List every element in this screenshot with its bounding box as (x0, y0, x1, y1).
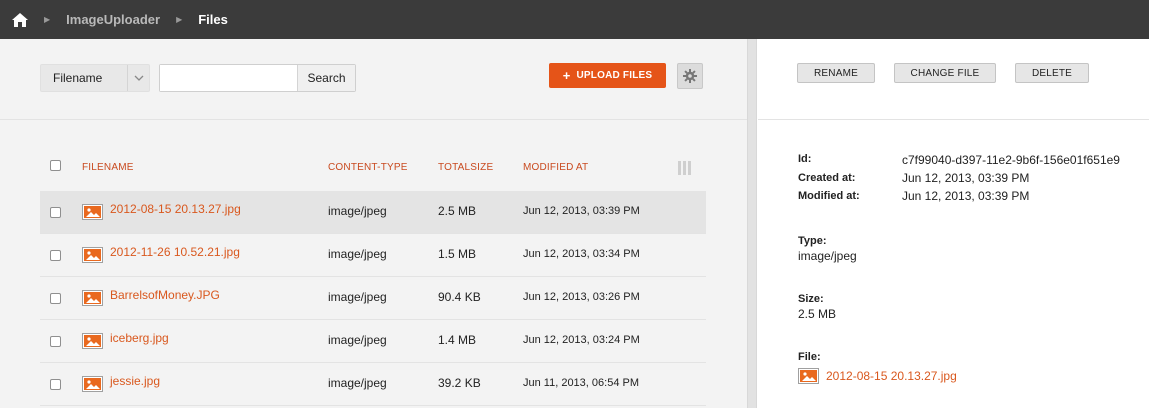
table-row[interactable]: jessie.jpg image/jpeg 39.2 KB Jun 11, 2013,… (40, 363, 706, 406)
size-cell: 1.5 MB (438, 247, 477, 261)
rename-button[interactable]: RENAME (797, 63, 875, 83)
filename-cell: BarrelsofMoney.JPG (82, 287, 220, 306)
modified-value: Jun 12, 2013, 03:39 PM (902, 189, 1030, 203)
gear-icon (683, 69, 697, 83)
breadcrumb-imageuploader[interactable]: ImageUploader (66, 12, 160, 27)
modified-label: Modified at: (798, 190, 860, 202)
header-filename[interactable]: FILENAME (82, 162, 134, 173)
table-row[interactable]: BarrelsofMoney.JPG image/jpeg 90.4 KB Jun 1… (40, 277, 706, 320)
filter-field-select[interactable]: Filename (40, 64, 150, 92)
id-value: c7f99040-d397-11e2-9b6f-156e01f651e9 (902, 153, 1120, 167)
row-checkbox[interactable] (50, 207, 61, 218)
row-checkbox[interactable] (50, 293, 61, 304)
file-label: File: (798, 351, 821, 363)
panel-splitter[interactable] (747, 39, 757, 408)
image-file-icon (798, 368, 819, 384)
file-link[interactable]: 2012-08-15 20.13.27.jpg (798, 368, 957, 384)
size-cell: 90.4 KB (438, 290, 481, 304)
settings-button[interactable] (677, 63, 703, 89)
row-checkbox[interactable] (50, 379, 61, 390)
filename-link[interactable]: jessie.jpg (110, 374, 160, 388)
filename-link[interactable]: BarrelsofMoney.JPG (110, 288, 220, 302)
breadcrumb-files: Files (198, 12, 228, 27)
filename-link[interactable]: 2012-11-26 10.52.21.jpg (110, 245, 240, 259)
modified-cell: Jun 12, 2013, 03:26 PM (523, 291, 640, 303)
created-value: Jun 12, 2013, 03:39 PM (902, 171, 1030, 185)
search-button[interactable]: Search (297, 65, 355, 91)
created-label: Created at: (798, 172, 856, 184)
filename-cell: 2012-11-26 10.52.21.jpg (82, 244, 240, 263)
image-file-icon (82, 247, 103, 263)
header-content-type[interactable]: CONTENT-TYPE (328, 162, 408, 173)
filter-field-value: Filename (53, 71, 103, 85)
filename-cell: 2012-08-15 20.13.27.jpg (82, 201, 241, 220)
filename-cell: iceberg.jpg (82, 330, 169, 349)
image-file-icon (82, 290, 103, 306)
top-bar: ▶ ImageUploader ▶ Files (0, 0, 1149, 39)
size-value: 2.5 MB (798, 307, 837, 321)
table-row[interactable]: 2012-08-15 20.13.27.jpg image/jpeg 2.5 MB J… (40, 191, 706, 234)
modified-cell: Jun 12, 2013, 03:24 PM (523, 334, 640, 346)
id-label: Id: (798, 153, 812, 165)
content-type-cell: image/jpeg (328, 376, 387, 390)
header-modified-at[interactable]: MODIFIED AT (523, 162, 588, 173)
upload-files-label: UPLOAD FILES (576, 70, 653, 81)
content-type-cell: image/jpeg (328, 333, 387, 347)
size-cell: 2.5 MB (438, 204, 477, 218)
image-file-icon (82, 376, 103, 392)
chevron-right-icon: ▶ (44, 15, 51, 24)
search-input[interactable] (160, 65, 297, 91)
change-file-button[interactable]: CHANGE FILE (894, 63, 996, 83)
size-cell: 1.4 MB (438, 333, 477, 347)
content-type-cell: image/jpeg (328, 247, 387, 261)
file-list-panel: Filename Search + UPLOAD FILES FILENAME … (0, 39, 747, 408)
table-row[interactable]: 2012-11-26 10.52.21.jpg image/jpeg 1.5 MB J… (40, 234, 706, 277)
files-table: FILENAME CONTENT-TYPE TOTALSIZE MODIFIED… (40, 145, 706, 406)
filename-link[interactable]: 2012-08-15 20.13.27.jpg (110, 202, 241, 216)
image-file-icon (82, 204, 103, 220)
file-link-text[interactable]: 2012-08-15 20.13.27.jpg (826, 369, 957, 383)
type-value: image/jpeg (798, 249, 857, 263)
image-file-icon (82, 333, 103, 349)
chevron-right-icon: ▶ (176, 15, 183, 24)
size-cell: 39.2 KB (438, 376, 481, 390)
header-total-size[interactable]: TOTALSIZE (438, 162, 493, 173)
modified-cell: Jun 11, 2013, 06:54 PM (523, 377, 639, 389)
type-label: Type: (798, 235, 827, 247)
filename-link[interactable]: iceberg.jpg (110, 331, 169, 345)
plus-icon: + (562, 68, 571, 83)
search-box: Search (159, 64, 356, 92)
table-body: 2012-08-15 20.13.27.jpg image/jpeg 2.5 MB J… (40, 191, 706, 406)
details-toolbar: RENAME CHANGE FILE DELETE (758, 39, 1149, 120)
home-icon[interactable] (12, 12, 28, 27)
modified-cell: Jun 12, 2013, 03:39 PM (523, 205, 640, 217)
filename-cell: jessie.jpg (82, 373, 160, 392)
content-type-cell: image/jpeg (328, 204, 387, 218)
table-row[interactable]: iceberg.jpg image/jpeg 1.4 MB Jun 12, 2013,… (40, 320, 706, 363)
chevron-down-icon (127, 65, 149, 91)
size-label: Size: (798, 293, 824, 305)
row-checkbox[interactable] (50, 336, 61, 347)
upload-files-button[interactable]: + UPLOAD FILES (549, 63, 666, 88)
modified-cell: Jun 12, 2013, 03:34 PM (523, 248, 640, 260)
select-all-checkbox[interactable] (50, 160, 61, 171)
columns-icon[interactable] (678, 161, 692, 175)
table-header: FILENAME CONTENT-TYPE TOTALSIZE MODIFIED… (40, 145, 706, 191)
content-type-cell: image/jpeg (328, 290, 387, 304)
row-checkbox[interactable] (50, 250, 61, 261)
file-details-panel: RENAME CHANGE FILE DELETE Id: c7f99040-d… (758, 39, 1149, 408)
delete-button[interactable]: DELETE (1015, 63, 1089, 83)
list-toolbar: Filename Search + UPLOAD FILES (0, 39, 747, 120)
